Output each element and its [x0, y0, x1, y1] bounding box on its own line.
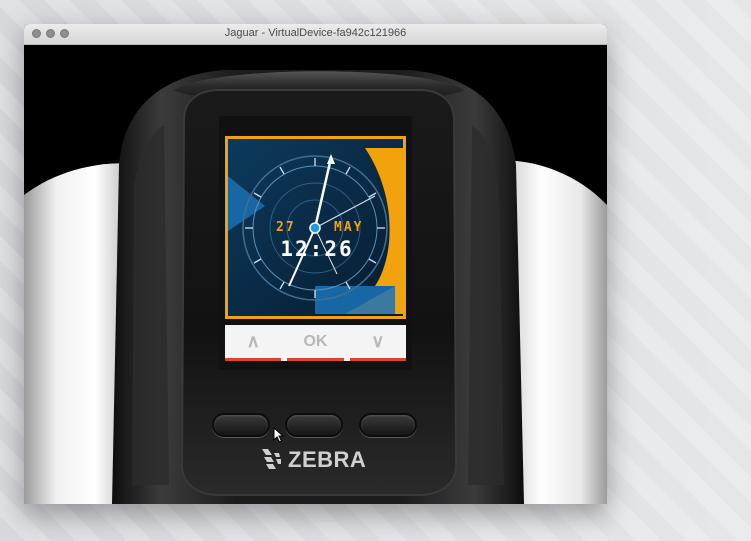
device-lcd-screen: 27 MAY 12:26 ∧ OK ∨	[219, 116, 412, 370]
window-title: Jaguar - VirtualDevice-fa942c121966	[224, 27, 407, 39]
watch-face-display: 27 MAY 12:26	[225, 136, 406, 319]
zebra-logo: ZEBRA	[260, 447, 366, 473]
brand-name: ZEBRA	[288, 447, 367, 472]
date-month: MAY	[334, 220, 364, 235]
zebra-head-icon	[262, 449, 281, 469]
device-viewport: 27 MAY 12:26 ∧ OK ∨ ZEBRA	[24, 45, 607, 504]
hardware-button-right[interactable]	[359, 413, 417, 437]
hardware-button-left[interactable]	[212, 413, 270, 437]
mouse-pointer-icon	[273, 427, 285, 443]
date-day: 27	[276, 220, 296, 235]
up-arrow-icon: ∧	[246, 331, 260, 351]
softkey-down[interactable]: ∨	[349, 325, 406, 361]
softkey-up[interactable]: ∧	[225, 325, 282, 361]
down-arrow-icon: ∨	[371, 331, 385, 351]
softkey-bar: ∧ OK ∨	[225, 325, 406, 361]
analog-clock-graphic	[225, 136, 406, 319]
window-titlebar[interactable]: Jaguar - VirtualDevice-fa942c121966	[24, 24, 607, 45]
softkey-ok[interactable]: OK	[287, 325, 344, 361]
hardware-button-center[interactable]	[285, 413, 343, 437]
ok-label: OK	[303, 332, 328, 350]
digital-time: 12:26	[280, 237, 354, 261]
virtual-device-window: Jaguar - VirtualDevice-fa942c121966 27 M…	[24, 24, 607, 504]
